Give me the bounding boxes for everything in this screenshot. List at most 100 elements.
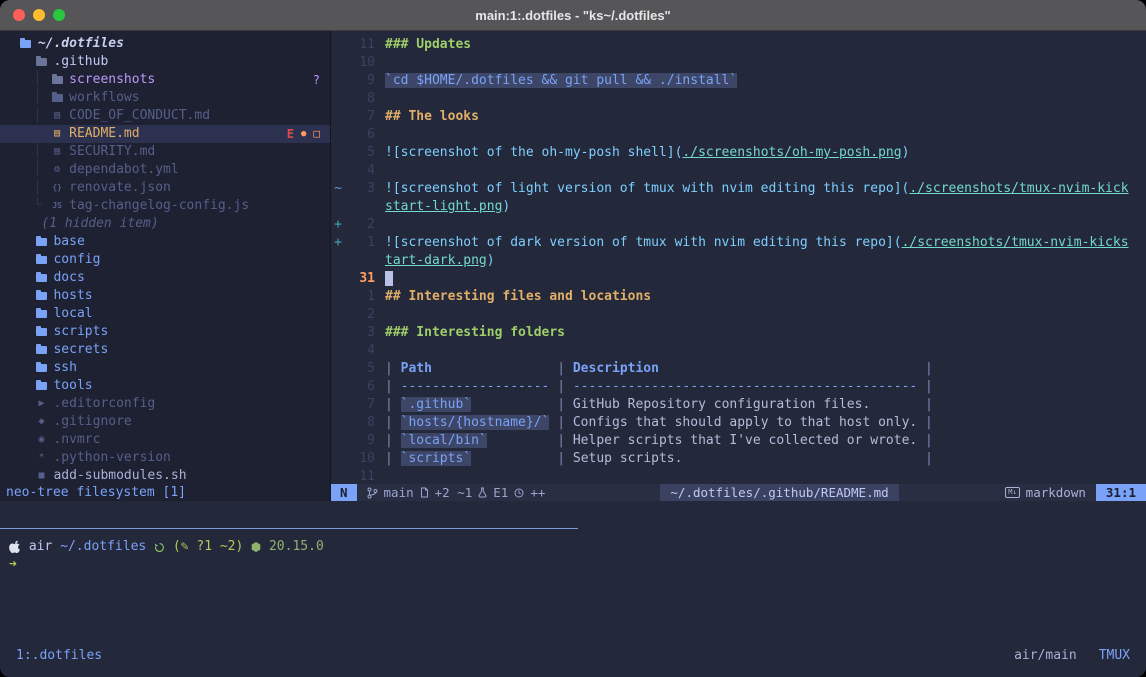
tree-item[interactable]: │ ▤SECURITY.md (0, 143, 330, 161)
editor-line[interactable]: +1![screenshot of dark version of tmux w… (331, 234, 1146, 252)
tree-item[interactable]: │ screenshots? (0, 71, 330, 89)
tmux-statusbar: 1:.dotfiles air/main TMUX (0, 648, 1146, 677)
editor-line[interactable]: 8| `hosts/{hostname}/` | Configs that sh… (331, 414, 1146, 432)
tree-item[interactable]: ssh (0, 359, 330, 377)
nvim-pane: ~/.dotfiles .github │ screenshots? │ wor… (0, 31, 1146, 501)
folder-icon (18, 40, 34, 48)
tree-item-label: base (53, 233, 84, 251)
editor-line[interactable]: 9| `local/bin` | Helper scripts that I'v… (331, 432, 1146, 450)
tree-item[interactable]: config (0, 251, 330, 269)
tree-item[interactable]: │ ▤CODE_OF_CONDUCT.md (0, 107, 330, 125)
tree-item[interactable]: secrets (0, 341, 330, 359)
tree-item[interactable]: hosts (0, 287, 330, 305)
gutter-sign: + (331, 216, 345, 234)
line-number: 1 (345, 288, 375, 306)
editor-line[interactable]: 5![screenshot of the oh-my-posh shell](.… (331, 144, 1146, 162)
tree-item-label: (1 hidden item) (41, 215, 158, 233)
hex-file-icon: ◉ (33, 431, 49, 449)
gutter-sign: ~ (331, 180, 345, 198)
editor-line[interactable]: ~3![screenshot of light version of tmux … (331, 180, 1146, 198)
tree-item[interactable]: ◆.gitignore (0, 413, 330, 431)
tree-item[interactable]: └ JStag-changelog-config.js (0, 197, 330, 215)
tree-item[interactable]: │ ⚙dependabot.yml (0, 161, 330, 179)
editor-line[interactable]: 9`cd $HOME/.dotfiles && git pull && ./in… (331, 72, 1146, 90)
tree-item[interactable]: │ workflows (0, 89, 330, 107)
tree-item[interactable]: │ {}renovate.json (0, 179, 330, 197)
tree-item[interactable]: ■add-submodules.sh (0, 467, 330, 484)
filetype-label: markdown (1026, 485, 1086, 500)
tree-item[interactable]: │ ▤README.mdE●□ (0, 125, 330, 143)
folder-icon (33, 364, 49, 372)
tree-item-label: hosts (53, 287, 92, 305)
tree-item-label: ~/.dotfiles (38, 35, 124, 53)
tree-item-label: .editorconfig (53, 395, 155, 413)
apple-icon (9, 540, 21, 554)
tree-item[interactable]: base (0, 233, 330, 251)
editor-line[interactable]: 7## The looks (331, 108, 1146, 126)
editor-line[interactable]: 4 (331, 342, 1146, 360)
tree-item[interactable]: *.python-version (0, 449, 330, 467)
zoom-button[interactable] (53, 9, 65, 21)
line-number: 3 (345, 324, 375, 342)
editor-line[interactable]: 31 (331, 270, 1146, 288)
titlebar: main:1:.dotfiles - "ks~/.dotfiles" (0, 0, 1146, 31)
editor-line[interactable]: 8 (331, 90, 1146, 108)
tree-item[interactable]: ~/.dotfiles (0, 35, 330, 53)
tree-item-label: tag-changelog-config.js (69, 197, 249, 215)
minimize-button[interactable] (33, 9, 45, 21)
nvim-statusline: N main +2 ~1 E1 ++ ~/.dotfiles/.github/R… (331, 484, 1146, 501)
editor-line[interactable]: +2 (331, 216, 1146, 234)
close-button[interactable] (13, 9, 25, 21)
editor-line[interactable]: 1## Interesting files and locations (331, 288, 1146, 306)
line-number: 11 (345, 468, 375, 484)
git-status-badge: ● (301, 125, 306, 143)
tree-item-label: local (53, 305, 92, 323)
editor-line[interactable]: 10| `scripts` | Setup scripts. | (331, 450, 1146, 468)
line-number: 9 (345, 432, 375, 450)
tree-item[interactable]: .github (0, 53, 330, 71)
tree-item[interactable]: ▶.editorconfig (0, 395, 330, 413)
editor-line[interactable]: 3### Interesting folders (331, 324, 1146, 342)
gutter-sign (331, 108, 345, 126)
tree-item-label: CODE_OF_CONDUCT.md (69, 107, 210, 125)
line-number: 6 (345, 378, 375, 396)
neotree-sidebar: ~/.dotfiles .github │ screenshots? │ wor… (0, 31, 331, 501)
editor-line[interactable]: 2 (331, 306, 1146, 324)
editor-line[interactable]: 10 (331, 54, 1146, 72)
buffer-icon (420, 487, 429, 498)
editor-line[interactable]: 6 (331, 126, 1146, 144)
cursor-position: 31:1 (1096, 484, 1146, 501)
shell-pane[interactable]: air ~/.dotfiles (✎ ?1 ~2) 20.15.0 ➜ 1:.d… (0, 501, 1146, 677)
cursor-block (385, 271, 393, 286)
editor-line[interactable]: tart-dark.png) (331, 252, 1146, 270)
tree-item[interactable]: tools (0, 377, 330, 395)
tree-item[interactable]: ◉.nvmrc (0, 431, 330, 449)
gutter-sign (331, 306, 345, 324)
sync-icon (154, 542, 165, 553)
tree-item-label: secrets (53, 341, 108, 359)
editor-line[interactable]: 11 (331, 468, 1146, 484)
tree-item[interactable]: (1 hidden item) (0, 215, 330, 233)
editor[interactable]: 11### Updates 10 9`cd $HOME/.dotfiles &&… (331, 31, 1146, 501)
tree-item-label: docs (53, 269, 84, 287)
editor-lines[interactable]: 11### Updates 10 9`cd $HOME/.dotfiles &&… (331, 31, 1146, 484)
editor-line[interactable]: 11### Updates (331, 36, 1146, 54)
tree-item-label: add-submodules.sh (53, 467, 186, 484)
line-number: 7 (345, 396, 375, 414)
md-file-icon: ▤ (49, 125, 65, 143)
editor-line[interactable]: 6| ------------------- | ---------------… (331, 378, 1146, 396)
tree-item[interactable]: docs (0, 269, 330, 287)
lsp-indicator: ++ (530, 485, 545, 500)
editor-line[interactable]: 7| `.github` | GitHub Repository configu… (331, 396, 1146, 414)
tree-item[interactable]: scripts (0, 323, 330, 341)
filetype-segment: M↓ markdown (1005, 485, 1096, 500)
tmux-session-name: air/main (1014, 648, 1077, 663)
editor-line[interactable]: 4 (331, 162, 1146, 180)
tmux-window-name[interactable]: 1:.dotfiles (16, 648, 102, 663)
editor-line[interactable]: start-light.png) (331, 198, 1146, 216)
pane-border (0, 528, 578, 529)
editor-line[interactable]: 5| Path | Description | (331, 360, 1146, 378)
tree-item[interactable]: local (0, 305, 330, 323)
gutter-sign (331, 36, 345, 54)
shell-input-line[interactable]: ➜ (0, 556, 1146, 574)
